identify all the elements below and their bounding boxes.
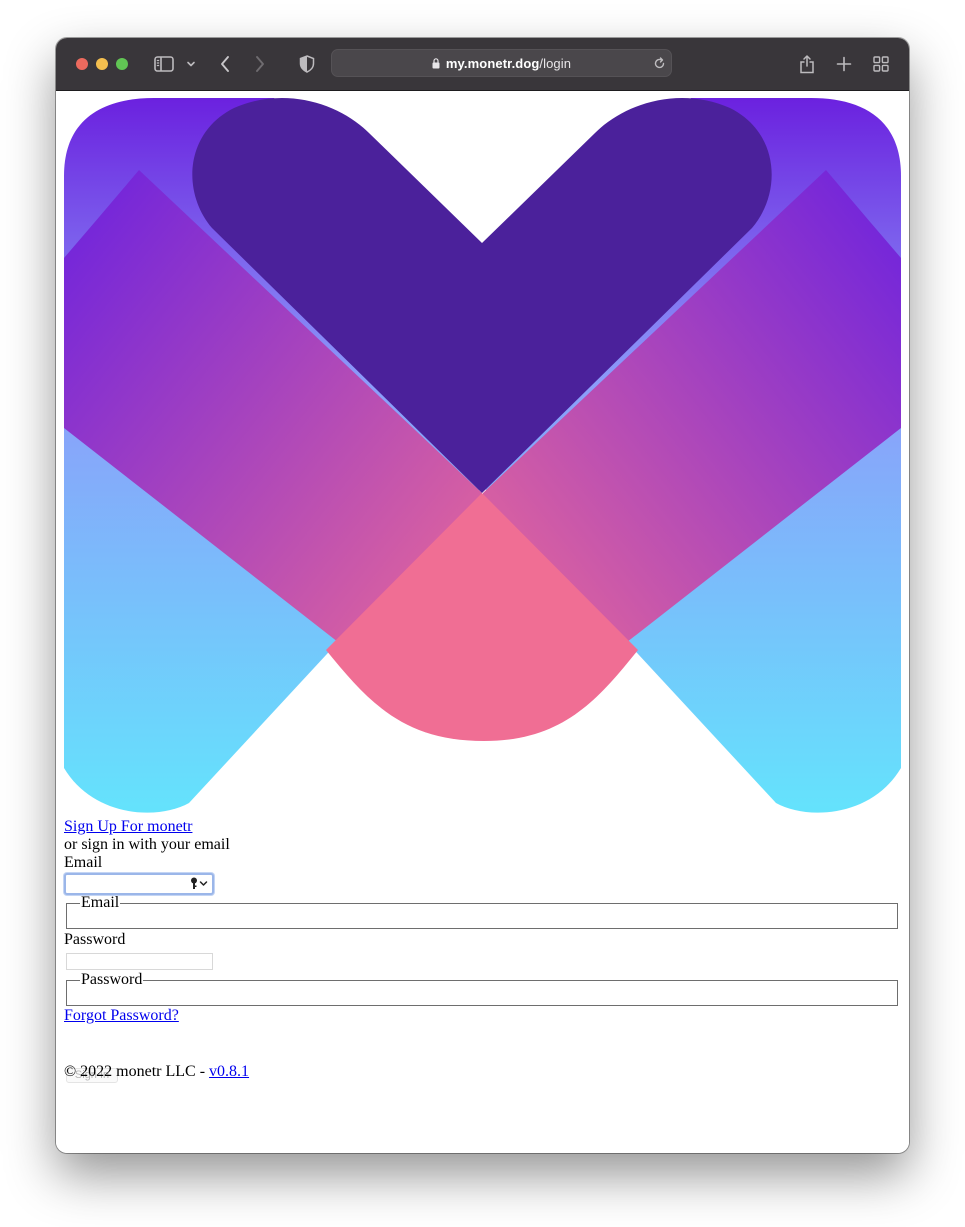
login-page: Sign Up For monetr or sign in with your …: [56, 91, 909, 1153]
key-icon[interactable]: [190, 877, 208, 890]
sign-in-instruction: or sign in with your email: [64, 836, 230, 853]
email-input[interactable]: [64, 873, 214, 895]
reload-icon[interactable]: [653, 57, 666, 70]
url-text: my.monetr.dog/login: [446, 56, 571, 71]
password-fieldset-legend: Password: [81, 971, 143, 988]
email-fieldset: Email: [66, 894, 898, 929]
monetr-logo: [64, 98, 901, 813]
chevron-left-icon[interactable]: [216, 52, 234, 76]
shield-icon[interactable]: [297, 52, 317, 76]
address-bar[interactable]: my.monetr.dog/login: [331, 49, 672, 77]
signup-link[interactable]: Sign Up For monetr: [64, 818, 192, 836]
plus-icon[interactable]: [834, 52, 854, 76]
share-icon[interactable]: [797, 52, 817, 76]
browser-toolbar: my.monetr.dog/login: [56, 38, 909, 91]
url-host: my.monetr.dog: [445, 55, 540, 71]
forgot-password-link[interactable]: Forgot Password?: [64, 1007, 179, 1025]
copyright-text: © 2022 monetr LLC -: [64, 1063, 210, 1080]
browser-window: my.monetr.dog/login Sign Up For monetr o…: [56, 38, 909, 1153]
sidebar-icon[interactable]: [152, 52, 176, 76]
lock-icon: [432, 57, 440, 69]
chevron-down-icon: [199, 881, 208, 886]
password-label: Password: [64, 931, 126, 948]
zoom-window-button[interactable]: [116, 58, 128, 70]
chevron-down-icon[interactable]: [184, 52, 198, 76]
password-fieldset: Password: [66, 971, 898, 1006]
close-window-button[interactable]: [76, 58, 88, 70]
url-path: /login: [539, 55, 572, 71]
version-link[interactable]: v0.8.1: [209, 1063, 249, 1080]
password-input[interactable]: [66, 953, 213, 970]
email-fieldset-legend: Email: [81, 894, 120, 911]
minimize-window-button[interactable]: [96, 58, 108, 70]
email-label: Email: [64, 854, 103, 871]
chevron-right-icon[interactable]: [251, 52, 269, 76]
footer: © 2022 monetr LLC - v0.8.1: [64, 1063, 249, 1081]
grid-icon[interactable]: [871, 52, 891, 76]
